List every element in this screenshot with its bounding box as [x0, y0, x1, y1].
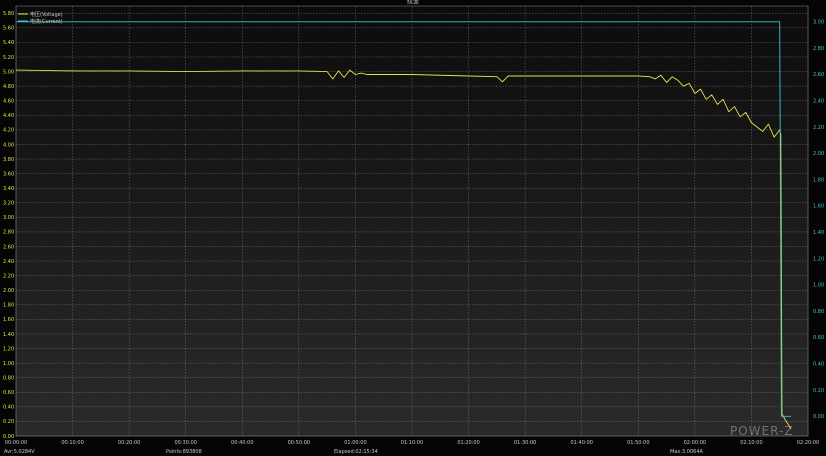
y-left-tick-label: 1.60: [3, 317, 14, 323]
x-tick-label: 00:10:00: [61, 440, 83, 446]
x-tick-label: 00:50:00: [288, 440, 310, 446]
y-left-tick-label: 5.60: [3, 26, 14, 32]
y-right-tick-label: 2.80: [813, 46, 824, 52]
x-tick-label: 01:50:00: [627, 440, 649, 446]
y-left-tick-label: 3.40: [3, 186, 14, 192]
chart-window: 纹波 0.00 0.20 0.40 0.60 0.80 1.00 1.20 1.40 1.60 1.…: [0, 0, 826, 456]
legend-entry: 电压(Voltage): [30, 11, 63, 18]
legend-entry: 电流(Current): [30, 18, 63, 25]
y-left-tick-label: 2.60: [3, 244, 14, 250]
y-left-tick-label: 5.80: [3, 11, 14, 17]
y-left-tick-label: 1.40: [3, 332, 14, 338]
x-tick-label: 00:30:00: [174, 440, 196, 446]
y-left-tick-label: 0.80: [3, 375, 14, 381]
x-tick-label: 00:00:00: [5, 440, 27, 446]
x-tick-label: 01:10:00: [401, 440, 423, 446]
y-right-tick-label: 1.20: [813, 256, 824, 262]
x-tick-label: 01:30:00: [514, 440, 536, 446]
x-tick-label: 00:20:00: [118, 440, 140, 446]
y-left-tick-label: 0.00: [3, 434, 14, 440]
chart-title: 纹波: [407, 0, 419, 6]
y-right-tick-label: 2.40: [813, 98, 824, 104]
y-left-tick-label: 2.20: [3, 273, 14, 279]
status-max: Max:3.0064A: [670, 449, 703, 455]
x-tick-label: 02:20:00: [797, 440, 819, 446]
chart: 纹波 0.00 0.20 0.40 0.60 0.80 1.00 1.20 1.40 1.60 1.…: [3, 0, 824, 446]
y-right-tick-label: 2.20: [813, 125, 824, 131]
y-right-tick-label: 0.60: [813, 335, 824, 341]
y-right-tick-label: 0.00: [813, 414, 824, 420]
y-left-tick-label: 0.60: [3, 390, 14, 396]
y-left-tick-label: 5.40: [3, 40, 14, 46]
y-left-tick-label: 4.80: [3, 84, 14, 90]
y-left-tick-label: 0.40: [3, 405, 14, 411]
y-left-tick-label: 3.60: [3, 171, 14, 177]
y-right-tick-label: 0.80: [813, 309, 824, 315]
watermark-logo: POWER-Z: [730, 424, 794, 438]
y-left-tick-label: 2.40: [3, 259, 14, 265]
x-tick-label: 02:10:00: [740, 440, 762, 446]
y-right-tick-label: 1.40: [813, 230, 824, 236]
status-elapsed: Elapsed:02:15:34: [334, 449, 378, 455]
y-left-tick-label: 2.00: [3, 288, 14, 294]
y-right-tick-label: 1.60: [813, 204, 824, 210]
y-right-tick-label: 1.00: [813, 283, 824, 289]
y-left-tick-label: 2.80: [3, 230, 14, 236]
y-left-tick-label: 4.40: [3, 113, 14, 119]
y-left-tick-label: 1.20: [3, 346, 14, 352]
x-tick-label: 00:40:00: [231, 440, 253, 446]
y-left-tick-label: 0.20: [3, 419, 14, 425]
y-left-tick-label: 4.00: [3, 142, 14, 148]
status-average: Avr:5.0284V: [4, 449, 35, 455]
y-right-tick-label: 2.00: [813, 151, 824, 157]
y-left-tick-label: 1.00: [3, 361, 14, 367]
status-points: Points:893808: [166, 449, 202, 455]
y-right-tick-label: 0.40: [813, 361, 824, 367]
y-right-tick-label: 0.20: [813, 388, 824, 394]
y-left-tick-label: 3.80: [3, 157, 14, 163]
y-left-tick-label: 5.00: [3, 69, 14, 75]
y-right-tick-label: 3.00: [813, 20, 824, 26]
y-left-tick-label: 1.80: [3, 303, 14, 309]
y-left-tick-label: 3.20: [3, 201, 14, 207]
x-tick-label: 01:20:00: [457, 440, 479, 446]
y-right-tick-label: 1.80: [813, 177, 824, 183]
x-tick-label: 01:00:00: [344, 440, 366, 446]
y-left-tick-label: 3.00: [3, 215, 14, 221]
y-left-tick-label: 4.60: [3, 99, 14, 105]
y-left-tick-label: 4.20: [3, 128, 14, 134]
x-tick-label: 02:00:00: [684, 440, 706, 446]
y-right-tick-label: 2.60: [813, 72, 824, 78]
x-tick-label: 01:40:00: [570, 440, 592, 446]
y-left-tick-label: 5.20: [3, 55, 14, 61]
